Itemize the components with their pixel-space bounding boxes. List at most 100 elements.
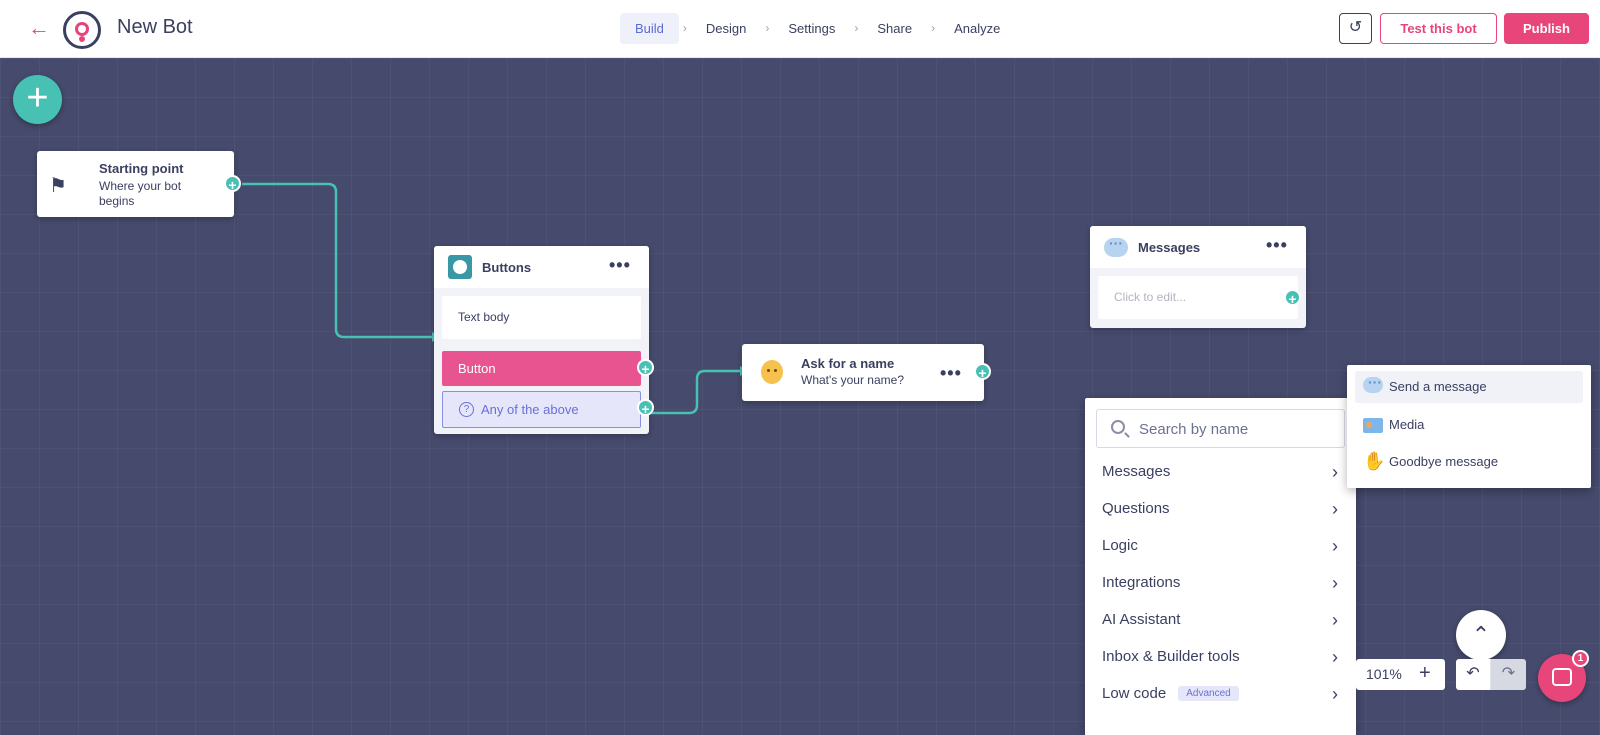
step-navigation: Build › Design › Settings › Share › Anal… [620, 11, 1015, 45]
step-analyze[interactable]: Analyze [939, 13, 1015, 44]
search-input[interactable]: Search by name [1096, 409, 1345, 448]
chevron-right-icon: › [1332, 499, 1338, 519]
menu-item-label: Integrations [1102, 574, 1181, 591]
ask-name-node[interactable]: Ask for a name What's your name? ••• + [742, 344, 991, 401]
step-share[interactable]: Share [862, 13, 927, 44]
node-subtitle: Where your bot begins [99, 179, 182, 208]
search-icon [1111, 420, 1125, 434]
buttons-node[interactable]: Buttons ••• Text body Button + ? Any of … [434, 246, 654, 434]
advanced-badge: Advanced [1178, 686, 1239, 701]
more-options-icon[interactable]: ••• [1266, 236, 1288, 254]
menu-item-ai-assistant[interactable]: AI Assistant › [1085, 602, 1356, 639]
notification-badge: 1 [1572, 650, 1589, 667]
fallback-label: Any of the above [481, 402, 579, 417]
history-icon: ↺ [1348, 19, 1363, 36]
more-options-icon[interactable]: ••• [609, 256, 631, 274]
undo-icon: ↶ [1466, 665, 1480, 682]
chevron-right-icon: › [1332, 684, 1338, 704]
history-button[interactable]: ↺ [1339, 13, 1372, 44]
chevron-right-icon: › [1332, 536, 1338, 556]
zoom-control: 101% + [1356, 659, 1445, 690]
publish-button[interactable]: Publish [1504, 13, 1589, 44]
add-block-button[interactable]: + [13, 75, 62, 124]
node-subtitle: What's your name? [801, 373, 905, 387]
node-title: Ask for a name [801, 356, 895, 371]
node-title: Messages [1138, 240, 1201, 255]
step-build[interactable]: Build [620, 12, 679, 44]
fallback-option[interactable]: ? Any of the above [442, 391, 641, 428]
zoom-in-icon[interactable]: + [1419, 662, 1431, 685]
message-edit-field[interactable]: Click to edit... [1098, 276, 1298, 319]
app-logo [63, 11, 101, 49]
button-option[interactable]: Button [442, 351, 641, 386]
chevron-up-icon: ⌃ [1471, 622, 1491, 647]
menu-item-logic[interactable]: Logic › [1085, 528, 1356, 565]
zoom-level[interactable]: 101% [1366, 666, 1402, 682]
menu-item-label: Messages [1102, 463, 1171, 480]
more-options-icon[interactable]: ••• [940, 364, 962, 382]
checkered-flag-icon: ⚑ [49, 175, 67, 197]
add-block-menu: Search by name Messages › Questions › Logi… [1085, 398, 1356, 735]
submenu-item-send-message[interactable]: Send a message [1355, 371, 1583, 403]
menu-item-label: Questions [1102, 500, 1170, 517]
submenu-item-label: Media [1389, 417, 1425, 432]
scroll-up-button[interactable]: ⌃ [1456, 610, 1506, 660]
bot-name[interactable]: New Bot [117, 16, 193, 39]
node-header: Messages ••• [1090, 226, 1306, 268]
submenu-item-goodbye[interactable]: ✋ Goodbye message [1355, 446, 1583, 478]
image-icon [1363, 418, 1383, 433]
step-separator-icon: › [765, 21, 770, 35]
add-connection-icon[interactable]: + [224, 175, 241, 193]
redo-icon: ↷ [1501, 665, 1516, 682]
waving-hand-icon: ✋ [1363, 451, 1386, 471]
chevron-right-icon: › [1332, 647, 1338, 667]
node-title: Starting point [99, 161, 184, 176]
speech-bubble-icon [1104, 235, 1128, 257]
speech-bubble-icon [1363, 374, 1383, 393]
face-icon [761, 360, 783, 384]
step-separator-icon: › [854, 21, 859, 35]
question-mark-icon: ? [459, 402, 474, 417]
submenu-item-label: Send a message [1389, 379, 1487, 394]
connector-fallback-to-ask [648, 369, 740, 415]
node-header: Buttons ••• [434, 246, 649, 288]
menu-item-inbox-builder-tools[interactable]: Inbox & Builder tools › [1085, 639, 1356, 676]
back-arrow-icon[interactable]: ← [28, 16, 50, 40]
step-design[interactable]: Design [691, 13, 761, 44]
submenu-item-label: Goodbye message [1389, 454, 1499, 469]
connector-start-to-buttons [242, 182, 432, 339]
messages-node[interactable]: Messages ••• Click to edit... + [1090, 226, 1306, 328]
node-title: Buttons [482, 260, 532, 275]
top-bar: ← New Bot Build › Design › Settings › Sh… [0, 0, 1600, 58]
add-connection-icon[interactable]: + [637, 359, 654, 377]
add-connection-icon[interactable]: + [637, 399, 654, 417]
text-body-field[interactable]: Text body [442, 296, 641, 339]
test-bot-button[interactable]: Test this bot [1380, 13, 1497, 44]
undo-button[interactable]: ↶ [1456, 659, 1491, 690]
menu-item-low-code[interactable]: Low code Advanced › [1085, 676, 1356, 713]
starting-point-node[interactable]: ⚑ Starting point Where your bot begins + [37, 151, 241, 217]
menu-item-integrations[interactable]: Integrations › [1085, 565, 1356, 602]
submenu-item-media[interactable]: Media [1355, 409, 1583, 441]
flow-canvas[interactable]: + ⚑ Starting point Where your bot begins… [0, 58, 1600, 735]
messages-submenu: Send a message Media ✋ Goodbye message [1347, 365, 1591, 488]
chat-launcher-button[interactable]: 1 [1538, 650, 1589, 702]
buttons-icon [448, 255, 472, 279]
step-settings[interactable]: Settings [773, 13, 850, 44]
step-separator-icon: › [682, 21, 687, 35]
menu-item-messages[interactable]: Messages › [1085, 454, 1356, 491]
menu-item-label: AI Assistant [1102, 611, 1181, 628]
search-placeholder: Search by name [1139, 421, 1249, 438]
chat-icon [1552, 668, 1572, 686]
menu-item-label: Inbox & Builder tools [1102, 648, 1240, 665]
add-connection-icon[interactable]: + [1284, 289, 1301, 307]
add-connection-icon[interactable]: + [974, 363, 991, 381]
chevron-right-icon: › [1332, 573, 1338, 593]
menu-item-label: Low code [1102, 685, 1167, 702]
chevron-right-icon: › [1332, 610, 1338, 630]
menu-item-label: Logic [1102, 537, 1138, 554]
menu-item-questions[interactable]: Questions › [1085, 491, 1356, 528]
step-separator-icon: › [931, 21, 936, 35]
redo-button[interactable]: ↷ [1491, 659, 1526, 690]
chevron-right-icon: › [1332, 462, 1338, 482]
